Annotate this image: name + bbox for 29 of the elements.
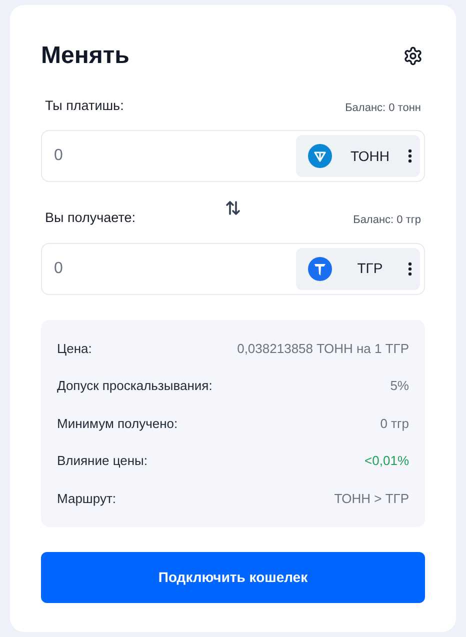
token-select-button[interactable]: ТГР — [296, 248, 420, 290]
detail-value: ТОНН > ТГР — [334, 490, 409, 508]
token-select-button[interactable]: ТОНН — [296, 135, 420, 178]
detail-label: Цена: — [57, 340, 92, 358]
balance-text: Баланс: 0 тонн — [345, 100, 421, 116]
more-icon — [408, 149, 412, 164]
field-label: Вы получаете: — [45, 209, 136, 228]
diamond-coin-icon — [308, 144, 332, 168]
detail-label: Влияние цены: — [57, 452, 148, 470]
amount-input[interactable]: 0 — [54, 144, 214, 168]
swap-arrows-icon — [225, 200, 241, 216]
detail-value: 5% — [390, 377, 409, 395]
card-title: Менять — [41, 41, 130, 71]
amount-field[interactable]: 0 ТГР — [41, 242, 425, 294]
detail-value: 0,038213858 ТОНН на 1 ТГР — [237, 340, 409, 358]
settings-icon — [403, 46, 423, 66]
more-icon — [408, 262, 412, 276]
balance-text: Баланс: 0 тгр — [353, 213, 421, 228]
amount-field[interactable]: 0 ТОНН — [41, 130, 425, 182]
detail-value: <0,01% — [364, 452, 409, 470]
swap-direction-button[interactable] — [225, 200, 241, 216]
detail-label: Минимум получено: — [57, 414, 178, 433]
connect-wallet-button[interactable]: Подключить кошелек — [41, 552, 425, 603]
detail-label: Маршрут: — [57, 490, 116, 508]
detail-label: Допуск проскальзывания: — [57, 377, 212, 395]
detail-value: 0 тгр — [380, 414, 409, 433]
letter-t-coin-icon — [308, 256, 332, 280]
field-label: Ты платишь: — [45, 97, 124, 115]
amount-input[interactable]: 0 — [54, 256, 214, 280]
